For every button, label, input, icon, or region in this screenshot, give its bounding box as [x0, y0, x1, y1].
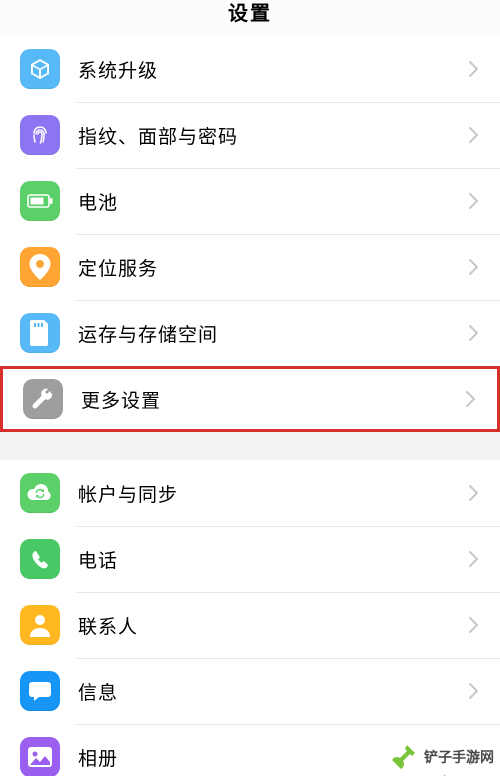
page-title: 设置 — [0, 0, 500, 36]
chevron-right-icon — [462, 321, 486, 345]
chevron-right-icon — [462, 613, 486, 637]
chat-icon — [20, 671, 60, 711]
shovel-icon — [388, 742, 418, 772]
row-label: 运存与存储空间 — [78, 320, 462, 347]
chevron-right-icon — [459, 387, 483, 411]
sdcard-icon — [20, 313, 60, 353]
row-label: 电池 — [78, 188, 462, 215]
photo-icon — [20, 737, 60, 776]
cube-icon — [20, 49, 60, 89]
battery-icon — [20, 181, 60, 221]
row-phone[interactable]: 电话 — [0, 526, 500, 592]
chevron-right-icon — [462, 189, 486, 213]
row-label: 帐户与同步 — [78, 480, 462, 507]
row-system-upgrade[interactable]: 系统升级 — [0, 36, 500, 102]
row-battery[interactable]: 电池 — [0, 168, 500, 234]
row-contacts[interactable]: 联系人 — [0, 592, 500, 658]
location-icon — [20, 247, 60, 287]
fingerprint-icon — [20, 115, 60, 155]
row-label: 信息 — [78, 678, 462, 705]
chevron-right-icon — [462, 255, 486, 279]
cloud-sync-icon — [20, 473, 60, 513]
settings-group-1: 系统升级 指纹、面部与密码 电池 定位服务 — [0, 36, 500, 432]
row-label: 定位服务 — [78, 254, 462, 281]
chevron-right-icon — [462, 679, 486, 703]
row-label: 更多设置 — [81, 386, 459, 413]
settings-group-2: 帐户与同步 电话 联系人 信息 相册 — [0, 460, 500, 776]
chevron-right-icon — [462, 57, 486, 81]
row-label: 指纹、面部与密码 — [78, 122, 462, 149]
row-label: 系统升级 — [78, 56, 462, 83]
row-label: 联系人 — [78, 612, 462, 639]
phone-icon — [20, 539, 60, 579]
row-storage[interactable]: 运存与存储空间 — [0, 300, 500, 366]
watermark-brand: 铲子手游网 — [424, 747, 494, 767]
watermark: 铲子手游网 www.czjxsw.com — [388, 742, 494, 772]
row-location[interactable]: 定位服务 — [0, 234, 500, 300]
row-messages[interactable]: 信息 — [0, 658, 500, 724]
chevron-right-icon — [462, 123, 486, 147]
chevron-right-icon — [462, 547, 486, 571]
person-icon — [20, 605, 60, 645]
row-account-sync[interactable]: 帐户与同步 — [0, 460, 500, 526]
row-biometric[interactable]: 指纹、面部与密码 — [0, 102, 500, 168]
highlight-more-settings: 更多设置 — [0, 366, 500, 432]
chevron-right-icon — [462, 481, 486, 505]
wrench-icon — [23, 379, 63, 419]
row-more-settings[interactable]: 更多设置 — [3, 369, 497, 429]
row-label: 电话 — [78, 546, 462, 573]
